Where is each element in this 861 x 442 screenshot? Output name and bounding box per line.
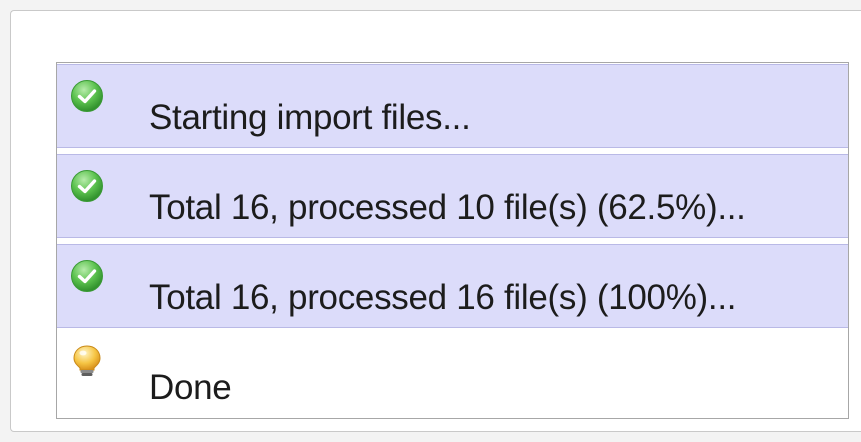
check-circle-icon <box>70 79 104 113</box>
lightbulb-icon <box>70 344 104 378</box>
log-row-text: Starting import files... <box>149 98 471 137</box>
import-progress-panel: Starting import files... Total 16, proce… <box>10 10 861 432</box>
check-circle-icon <box>70 169 104 203</box>
log-row-progress-100[interactable]: Total 16, processed 16 file(s) (100%)... <box>57 244 848 328</box>
log-row-text: Done <box>149 368 232 407</box>
log-row-text: Total 16, processed 10 file(s) (62.5%)..… <box>149 188 746 227</box>
log-row-done[interactable]: Done <box>57 334 848 418</box>
import-log-list: Starting import files... Total 16, proce… <box>56 62 849 419</box>
check-circle-icon <box>70 259 104 293</box>
log-row-starting[interactable]: Starting import files... <box>57 64 848 148</box>
log-row-text: Total 16, processed 16 file(s) (100%)... <box>149 278 737 317</box>
log-row-progress-62[interactable]: Total 16, processed 10 file(s) (62.5%)..… <box>57 154 848 238</box>
